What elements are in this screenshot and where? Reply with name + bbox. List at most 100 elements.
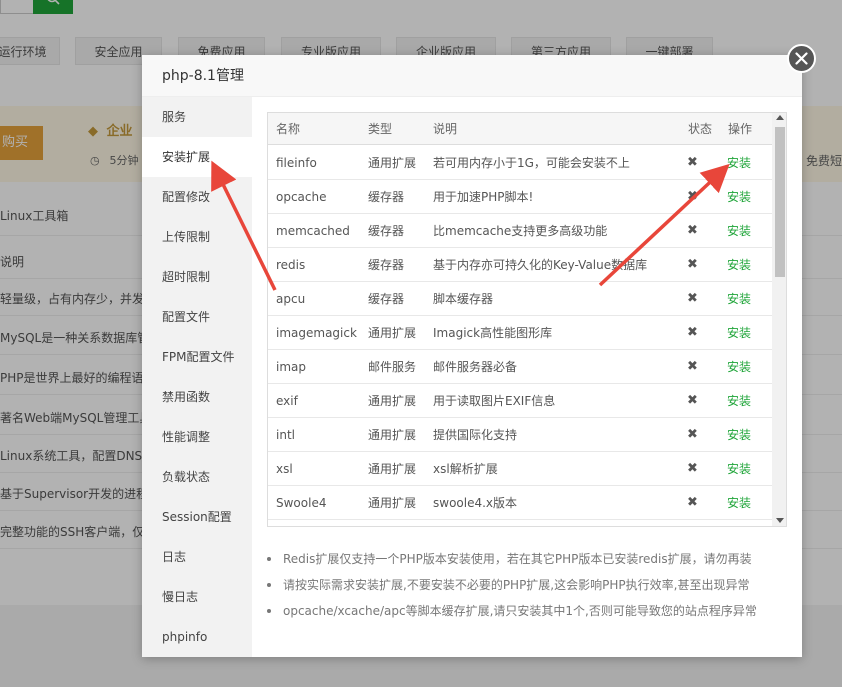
ext-desc: 邮件服务器必备 [433,360,518,374]
sidebar-item-load-status[interactable]: 负载状态 [142,457,252,497]
list-item: opcache/xcache/apc等脚本缓存扩展,请只安装其中1个,否则可能导… [267,599,787,623]
table-row: opcache 缓存器 用于加速PHP脚本! ✖ 安装 [268,180,772,214]
table-scrollbar[interactable] [772,113,786,526]
ext-type: 通用扩展 [368,326,417,340]
dialog-content: 名称 类型 说明 状态 操作 fileinfo 通用扩展 若可用内存小于1G，可… [252,97,802,657]
table-header: 名称 类型 说明 状态 操作 [268,113,772,145]
ext-type: 缓存器 [368,258,405,272]
ext-type: 通用扩展 [368,428,417,442]
ext-type: 通用扩展 [368,394,417,408]
bullet-icon [267,583,271,587]
note-text: opcache/xcache/apc等脚本缓存扩展,请只安装其中1个,否则可能导… [283,604,757,618]
not-installed-icon: ✖ [687,427,698,442]
ext-type: 通用扩展 [368,462,417,476]
ext-name: imagemagick [276,326,357,340]
ext-desc: Imagick高性能图形库 [433,326,553,340]
column-header-status: 状态 [688,122,713,136]
php-manager-dialog: php-8.1管理 服务 安装扩展 配置修改 上传限制 超时限制 配置文件 FP… [142,44,816,657]
ext-type: 通用扩展 [368,496,417,510]
table-row: intl 通用扩展 提供国际化支持 ✖ 安装 [268,418,772,452]
sidebar-item-disabled-functions[interactable]: 禁用函数 [142,377,252,417]
install-button[interactable]: 安装 [727,282,757,316]
note-text: Redis扩展仅支持一个PHP版本安装使用，若在其它PHP版本已安装redis扩… [283,552,752,566]
sidebar-item-performance[interactable]: 性能调整 [142,417,252,457]
table-row: memcached 缓存器 比memcache支持更多高级功能 ✖ 安装 [268,214,772,248]
install-button[interactable]: 安装 [727,384,757,418]
not-installed-icon: ✖ [687,291,698,306]
close-button[interactable] [787,44,816,73]
sidebar-item-service[interactable]: 服务 [142,97,252,137]
close-icon [795,52,808,65]
ext-desc: 脚本缓存器 [433,292,494,306]
extensions-table: 名称 类型 说明 状态 操作 fileinfo 通用扩展 若可用内存小于1G，可… [267,112,787,527]
sidebar-item-phpinfo[interactable]: phpinfo [142,617,252,657]
ext-desc: 提供国际化支持 [433,428,518,442]
sidebar-item-timeout-limit[interactable]: 超时限制 [142,257,252,297]
ext-type: 缓存器 [368,190,405,204]
scroll-thumb[interactable] [775,127,785,277]
install-button[interactable]: 安装 [727,486,757,520]
ext-desc: xsl解析扩展 [433,462,498,476]
ext-desc: 用于读取图片EXIF信息 [433,394,556,408]
dialog-header: php-8.1管理 [142,55,802,97]
not-installed-icon: ✖ [687,155,698,170]
not-installed-icon: ✖ [687,495,698,510]
table-row: exif 通用扩展 用于读取图片EXIF信息 ✖ 安装 [268,384,772,418]
not-installed-icon: ✖ [687,257,698,272]
table-row: Swoole4 通用扩展 swoole4.x版本 ✖ 安装 [268,486,772,520]
ext-type: 通用扩展 [368,156,417,170]
ext-name: opcache [276,190,327,204]
ext-name: redis [276,258,306,272]
dialog-title: php-8.1管理 [162,68,244,84]
not-installed-icon: ✖ [687,359,698,374]
not-installed-icon: ✖ [687,223,698,238]
column-header-op: 操作 [728,122,753,136]
ext-name: memcached [276,224,350,238]
sidebar-item-install-extensions[interactable]: 安装扩展 [142,137,252,177]
install-button[interactable]: 安装 [727,316,757,350]
not-installed-icon: ✖ [687,461,698,476]
column-header-type: 类型 [368,122,393,136]
dialog-sidebar: 服务 安装扩展 配置修改 上传限制 超时限制 配置文件 FPM配置文件 禁用函数… [142,97,252,657]
sidebar-item-session-config[interactable]: Session配置 [142,497,252,537]
table-row: redis 缓存器 基于内存亦可持久化的Key-Value数据库 ✖ 安装 [268,248,772,282]
install-button[interactable]: 安装 [727,146,757,180]
sidebar-item-config-edit[interactable]: 配置修改 [142,177,252,217]
ext-desc: 基于内存亦可持久化的Key-Value数据库 [433,258,648,272]
ext-name: apcu [276,292,306,306]
sidebar-item-upload-limit[interactable]: 上传限制 [142,217,252,257]
ext-type: 邮件服务 [368,360,417,374]
not-installed-icon: ✖ [687,393,698,408]
scroll-up-arrow-icon[interactable] [776,115,784,120]
ext-name: xsl [276,462,293,476]
table-row: imap 邮件服务 邮件服务器必备 ✖ 安装 [268,350,772,384]
sidebar-item-config-file[interactable]: 配置文件 [142,297,252,337]
table-row: imagemagick 通用扩展 Imagick高性能图形库 ✖ 安装 [268,316,772,350]
ext-desc: 比memcache支持更多高级功能 [433,224,608,238]
sidebar-item-fpm-config[interactable]: FPM配置文件 [142,337,252,377]
scroll-down-arrow-icon[interactable] [776,518,784,523]
install-button[interactable]: 安装 [727,452,757,486]
install-button[interactable]: 安装 [727,248,757,282]
install-button[interactable]: 安装 [727,214,757,248]
ext-type: 缓存器 [368,224,405,238]
install-button[interactable]: 安装 [727,180,757,214]
install-button[interactable]: 安装 [727,418,757,452]
sidebar-item-log[interactable]: 日志 [142,537,252,577]
ext-name: intl [276,428,295,442]
ext-name: imap [276,360,306,374]
ext-name: exif [276,394,298,408]
column-header-desc: 说明 [433,122,458,136]
table-row: xsl 通用扩展 xsl解析扩展 ✖ 安装 [268,452,772,486]
ext-name: fileinfo [276,156,317,170]
table-row: fileinfo 通用扩展 若可用内存小于1G，可能会安装不上 ✖ 安装 [268,146,772,180]
table-row: apcu 缓存器 脚本缓存器 ✖ 安装 [268,282,772,316]
list-item: Redis扩展仅支持一个PHP版本安装使用，若在其它PHP版本已安装redis扩… [267,547,787,571]
ext-name: Swoole4 [276,496,327,510]
ext-desc: 用于加速PHP脚本! [433,190,534,204]
install-button[interactable]: 安装 [727,350,757,384]
list-item: 请按实际需求安装扩展,不要安装不必要的PHP扩展,这会影响PHP执行效率,甚至出… [267,573,787,597]
ext-type: 缓存器 [368,292,405,306]
sidebar-item-slow-log[interactable]: 慢日志 [142,577,252,617]
not-installed-icon: ✖ [687,189,698,204]
